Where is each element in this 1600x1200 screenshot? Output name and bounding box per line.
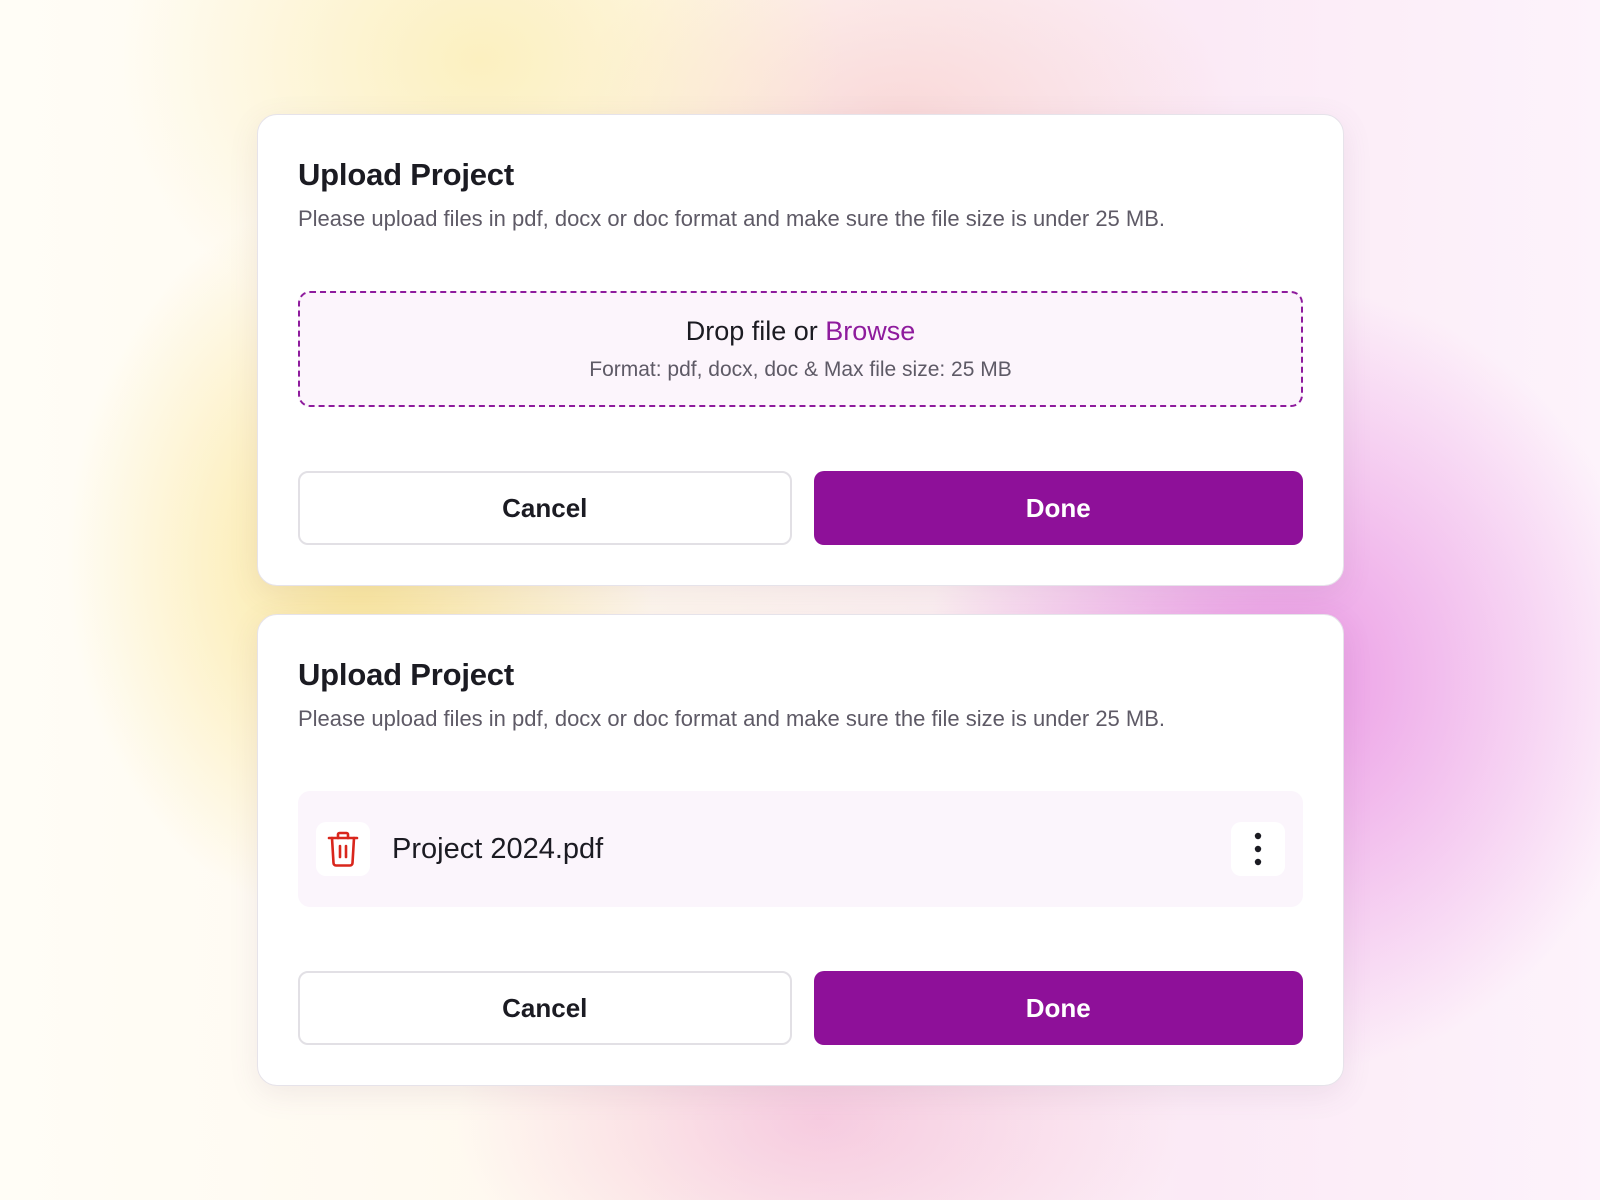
dialog-title: Upload Project (298, 157, 514, 192)
dialog-subtitle: Please upload files in pdf, docx or doc … (298, 706, 1166, 731)
file-name: Project 2024.pdf (392, 832, 604, 865)
done-button[interactable]: Done (813, 471, 1303, 545)
dialog-actions: Cancel Done (298, 971, 1303, 1045)
browse-link[interactable]: Browse (825, 316, 915, 346)
dropzone-hint: Format: pdf, docx, doc & Max file size: … (589, 358, 1012, 381)
dropzone-prompt: Drop file or (685, 316, 818, 346)
upload-dialog-with-file: Upload Project Please upload files in pd… (257, 614, 1344, 1086)
done-button[interactable]: Done (813, 971, 1303, 1045)
cancel-button[interactable]: Cancel (298, 971, 792, 1045)
file-dropzone[interactable]: Drop file or Browse Format: pdf, docx, d… (298, 291, 1303, 407)
dropzone-prompt-line: Drop file or Browse (686, 314, 916, 348)
dialog-actions: Cancel Done (298, 471, 1303, 545)
uploaded-file-row: Project 2024.pdf (298, 791, 1303, 907)
delete-file-button[interactable] (316, 822, 370, 876)
cancel-button[interactable]: Cancel (298, 471, 792, 545)
trash-icon (327, 831, 359, 867)
more-vertical-icon (1254, 832, 1262, 866)
dialog-subtitle: Please upload files in pdf, docx or doc … (298, 206, 1166, 231)
upload-dialog-empty: Upload Project Please upload files in pd… (257, 114, 1344, 586)
dialog-title: Upload Project (298, 657, 514, 692)
file-options-button[interactable] (1231, 822, 1285, 876)
